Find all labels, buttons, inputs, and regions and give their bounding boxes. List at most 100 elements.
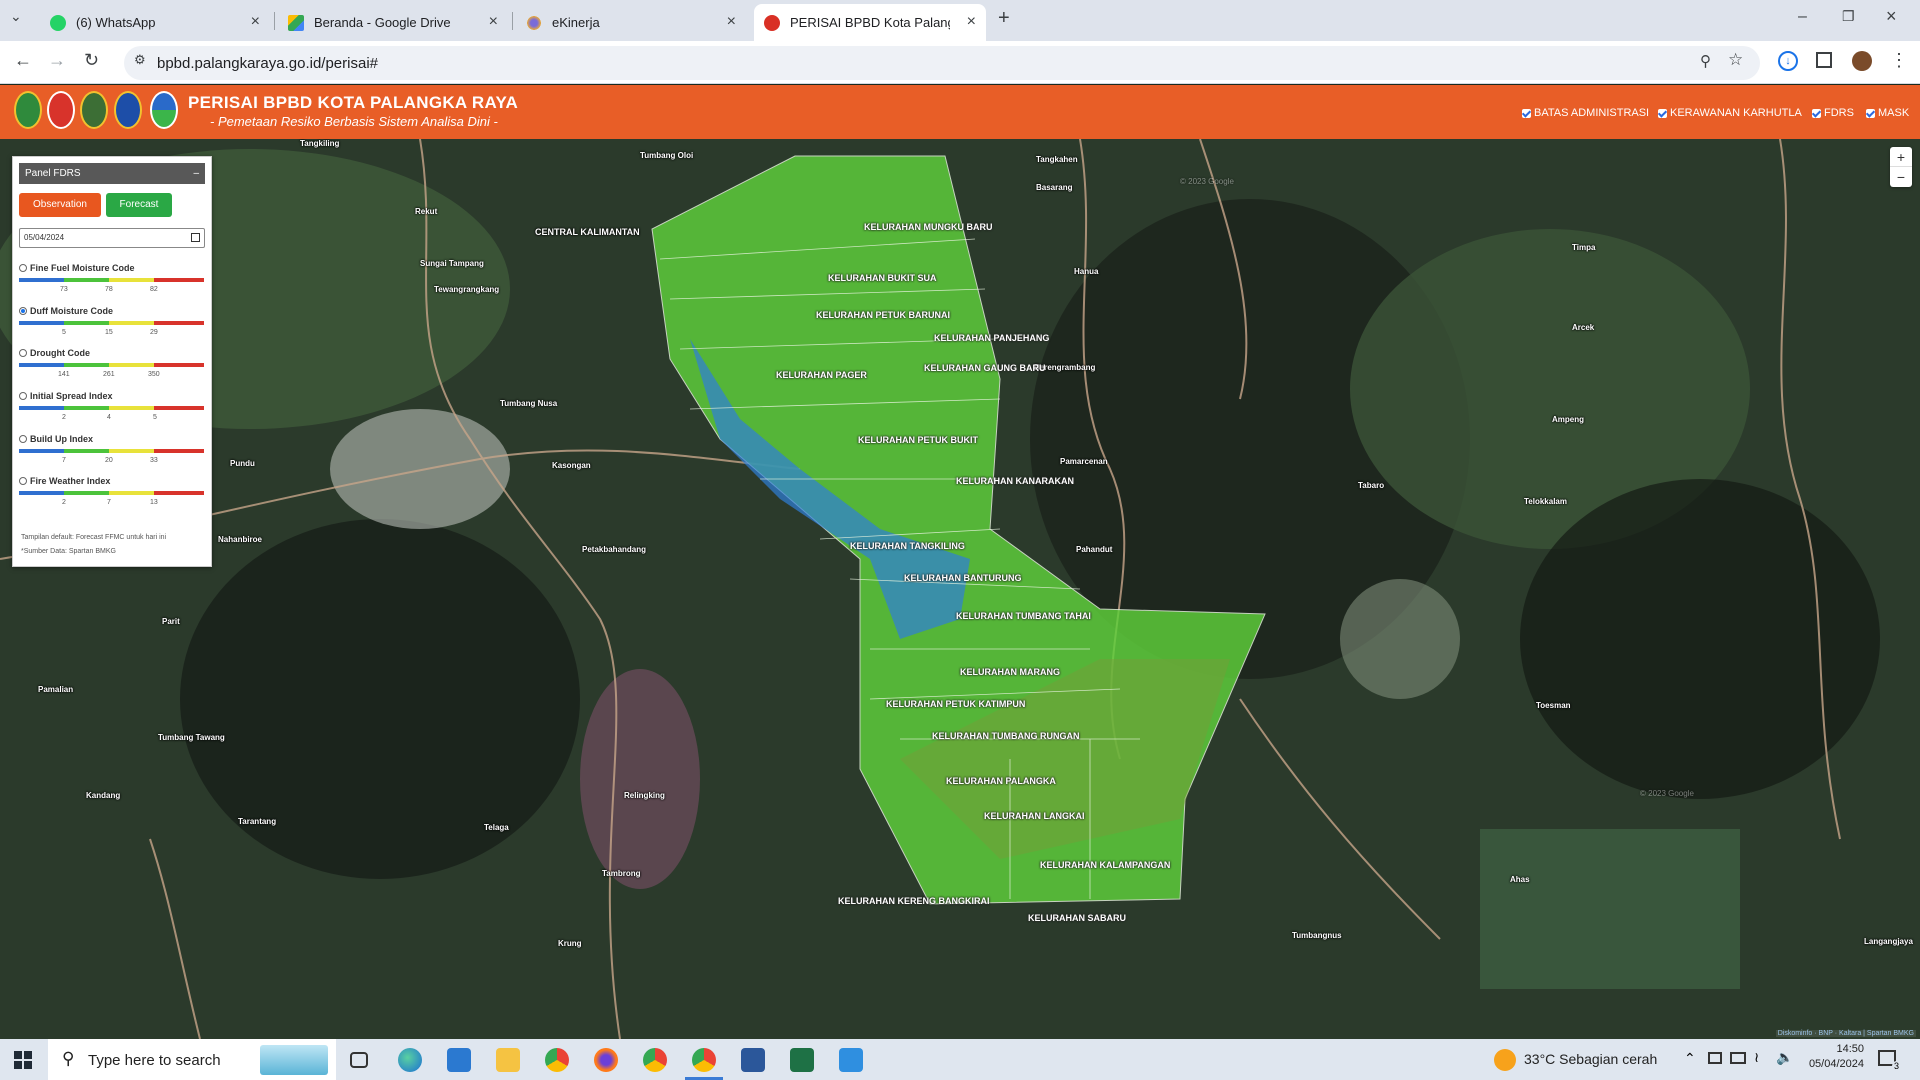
tick-label: 73 — [60, 286, 68, 293]
excel-icon[interactable] — [790, 1048, 814, 1072]
window-close-icon[interactable]: × — [1886, 6, 1897, 27]
layer-toggle-fdrs[interactable]: FDRS — [1812, 107, 1854, 119]
index-isi[interactable]: Initial Spread Index 2 4 5 — [19, 391, 207, 432]
kelurahan-label: KELURAHAN GAUNG BARU — [924, 363, 1046, 373]
radio-button[interactable] — [19, 392, 27, 400]
word-icon[interactable] — [741, 1048, 765, 1072]
radio-button[interactable] — [19, 349, 27, 357]
radio-button[interactable] — [19, 307, 27, 315]
kelurahan-label: KELURAHAN PETUK BUKIT — [858, 435, 978, 445]
tick-label: 29 — [150, 329, 158, 336]
forward-icon[interactable]: → — [48, 50, 66, 71]
windows-start-icon[interactable] — [14, 1051, 32, 1069]
index-name: Build Up Index — [30, 434, 93, 444]
close-icon[interactable]: × — [967, 13, 976, 31]
tab-ekinerja[interactable]: eKinerja × — [516, 4, 746, 41]
calendar-icon[interactable] — [191, 233, 200, 242]
tick-label: 2 — [62, 414, 66, 421]
kelurahan-label: KELURAHAN PETUK KATIMPUN — [886, 699, 1026, 709]
photos-icon[interactable] — [839, 1048, 863, 1072]
url-text[interactable]: bpbd.palangkaraya.go.id/perisai# — [157, 55, 378, 72]
index-dc[interactable]: Drought Code 141 261 350 — [19, 348, 207, 389]
date-input[interactable]: 05/04/2024 — [19, 228, 205, 248]
close-icon[interactable]: × — [489, 13, 498, 31]
restore-icon[interactable]: ❐ — [1842, 8, 1855, 25]
place-label: Ahas — [1510, 875, 1530, 884]
minimize-icon[interactable]: – — [193, 163, 199, 184]
layer-toggle-kerawanan-karhutla[interactable]: KERAWANAN KARHUTLA — [1658, 107, 1802, 119]
checkbox-icon[interactable] — [1658, 108, 1667, 118]
whatsapp-icon — [50, 14, 66, 31]
firefox-icon[interactable] — [594, 1048, 618, 1072]
place-label: Tambrong — [602, 869, 641, 878]
checkbox-icon[interactable] — [1866, 108, 1875, 118]
weather-icon[interactable] — [1494, 1049, 1516, 1071]
kelurahan-label: KELURAHAN KANARAKAN — [956, 476, 1074, 486]
place-label: Pamalian — [38, 685, 74, 694]
minimize-icon[interactable]: – — [1798, 8, 1807, 26]
tab-search-icon[interactable]: ⌄ — [10, 8, 22, 25]
panel-title: Panel FDRS — [25, 168, 81, 179]
close-icon[interactable]: × — [251, 13, 260, 31]
tick-label: 15 — [105, 329, 113, 336]
map-watermark: © 2023 Google — [1640, 789, 1694, 798]
place-label: Toesman — [1536, 701, 1571, 710]
observation-button[interactable]: Observation — [19, 193, 101, 217]
tab-divider — [274, 12, 275, 30]
place-label: Tumbang Oloi — [640, 151, 694, 160]
mail-icon[interactable] — [447, 1048, 471, 1072]
tray-monitor-icon[interactable] — [1708, 1052, 1722, 1064]
index-dmc[interactable]: Duff Moisture Code 5 15 29 — [19, 306, 207, 347]
chrome-icon[interactable] — [545, 1048, 569, 1072]
menu-icon[interactable]: ⋮ — [1890, 50, 1908, 71]
tab-whatsapp[interactable]: (6) WhatsApp × — [40, 4, 270, 41]
new-tab-icon[interactable]: + — [998, 7, 1010, 30]
task-view-icon[interactable] — [350, 1052, 368, 1068]
index-ffmc[interactable]: Fine Fuel Moisture Code 73 78 82 — [19, 263, 207, 304]
place-label: Pamarcenan — [1060, 457, 1108, 466]
wifi-icon[interactable]: ≀ — [1754, 1049, 1759, 1066]
forecast-button[interactable]: Forecast — [106, 193, 172, 217]
place-label: Tumbang Tawang — [158, 733, 225, 742]
tray-display-icon[interactable] — [1730, 1052, 1746, 1064]
site-header: PERISAI BPBD KOTA PALANGKA RAYA - Pemeta… — [0, 85, 1920, 139]
edge-icon[interactable] — [398, 1048, 422, 1072]
map-view[interactable]: Tangkahen Tumbang Oloi Tangkiling CENTRA… — [0, 139, 1920, 1039]
reload-icon[interactable]: ↻ — [84, 50, 99, 71]
file-explorer-icon[interactable] — [496, 1048, 520, 1072]
zoom-out-button[interactable]: − — [1890, 167, 1912, 187]
map-attribution[interactable]: Diskominfo · BNP · Kaltara | Spartan BMK… — [1775, 1030, 1916, 1037]
close-icon[interactable]: × — [727, 13, 736, 31]
side-panel-icon[interactable] — [1816, 52, 1832, 68]
place-label: Pahandut — [1076, 545, 1113, 554]
chrome-profile-icon[interactable] — [643, 1048, 667, 1072]
bookmark-star-icon[interactable]: ☆ — [1728, 50, 1743, 70]
radio-button[interactable] — [19, 264, 27, 272]
radio-button[interactable] — [19, 435, 27, 443]
index-bui[interactable]: Build Up Index 7 20 33 — [19, 434, 207, 475]
tick-label: 4 — [107, 414, 111, 421]
back-icon[interactable]: ← — [14, 50, 32, 71]
layer-label: KERAWANAN KARHUTLA — [1670, 107, 1802, 119]
place-label: Tabaro — [1358, 481, 1385, 490]
system-clock[interactable]: 14:50 05/04/2024 — [1784, 1043, 1864, 1070]
tab-title: (6) WhatsApp — [76, 15, 156, 30]
layer-toggle-batas-administrasi[interactable]: BATAS ADMINISTRASI — [1522, 107, 1649, 119]
avatar[interactable] — [1852, 51, 1872, 71]
checkbox-icon[interactable] — [1812, 108, 1821, 118]
layer-toggle-mask[interactable]: MASK — [1866, 107, 1909, 119]
index-fwi[interactable]: Fire Weather Index 2 7 13 — [19, 476, 207, 517]
radio-button[interactable] — [19, 477, 27, 485]
index-name: Duff Moisture Code — [30, 306, 113, 316]
checkbox-icon[interactable] — [1522, 108, 1531, 118]
tab-perisai[interactable]: PERISAI BPBD Kota Palangka Ra × — [754, 4, 986, 41]
tab-google-drive[interactable]: Beranda - Google Drive × — [278, 4, 508, 41]
fdrs-panel: Panel FDRS – Observation Forecast 05/04/… — [12, 156, 212, 567]
chrome-active-icon[interactable] — [692, 1048, 716, 1072]
download-icon[interactable]: ↓ — [1778, 51, 1798, 71]
zoom-icon[interactable]: ⚲ — [1700, 52, 1711, 70]
tray-chevron-icon[interactable]: ⌃ — [1684, 1050, 1696, 1067]
weather-text[interactable]: 33°C Sebagian cerah — [1524, 1051, 1657, 1067]
zoom-in-button[interactable]: + — [1890, 147, 1912, 167]
site-info-icon[interactable]: ⚙ — [134, 52, 146, 68]
